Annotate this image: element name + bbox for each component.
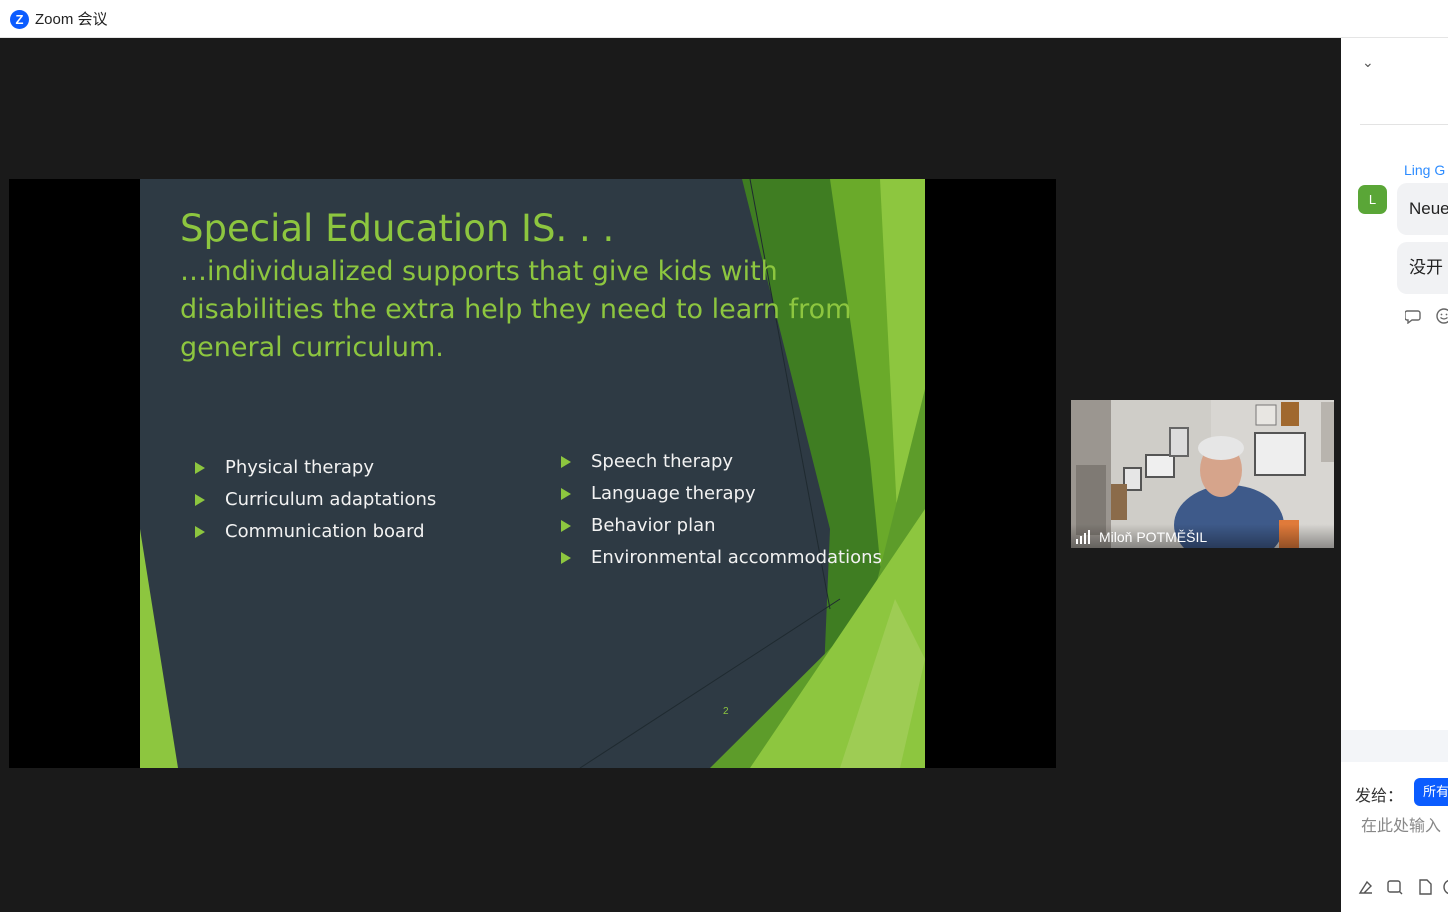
more-icon[interactable] — [1442, 878, 1448, 896]
list-item: Communication board — [195, 516, 436, 548]
chat-divider — [1360, 124, 1448, 125]
participant-name-bar: Miloň POTMĚŠIL — [1071, 524, 1334, 548]
bullet-triangle-icon — [195, 462, 205, 474]
bullet-triangle-icon — [561, 488, 571, 500]
list-item: Environmental accommodations — [561, 542, 882, 574]
bullet-triangle-icon — [195, 494, 205, 506]
chat-panel: ⌄ Ling G L Neue 没开 发给： 所有 — [1341, 38, 1448, 912]
participant-name: Miloň POTMĚŠIL — [1099, 529, 1208, 545]
list-item: Speech therapy — [561, 446, 882, 478]
emoji-icon[interactable] — [1435, 307, 1448, 325]
screen-share-view[interactable]: Special Education IS. . . …individualize… — [9, 179, 1056, 768]
chat-band — [1341, 730, 1448, 762]
meeting-area: Special Education IS. . . …individualize… — [0, 38, 1341, 912]
send-to-label: 发给： — [1355, 788, 1404, 805]
list-item: Behavior plan — [561, 510, 882, 542]
avatar[interactable]: L — [1358, 185, 1387, 214]
participant-video-tile[interactable]: Miloň POTMĚŠIL — [1071, 400, 1334, 548]
slide-subtitle: …individualized supports that give kids … — [180, 256, 852, 363]
file-icon[interactable] — [1416, 878, 1434, 896]
bullet-triangle-icon — [561, 456, 571, 468]
title-bar: Z Zoom 会议 — [0, 0, 1448, 38]
list-item: Curriculum adaptations — [195, 484, 436, 516]
screenshot-icon[interactable] — [1386, 878, 1404, 896]
bullet-list-right: Speech therapy Language therapy Behavior… — [561, 446, 882, 574]
chat-message[interactable]: Neue — [1397, 183, 1448, 235]
list-item: Physical therapy — [195, 452, 436, 484]
reply-icon[interactable] — [1405, 308, 1423, 324]
signal-strength-icon — [1076, 530, 1092, 544]
chat-message[interactable]: 没开 — [1397, 242, 1448, 294]
recipient-select-button[interactable]: 所有 — [1414, 778, 1448, 806]
zoom-logo-icon: Z — [10, 10, 29, 29]
slide-page-number: 2 — [723, 706, 729, 717]
window-title: Zoom 会议 — [35, 11, 108, 28]
presentation-slide: Special Education IS. . . …individualize… — [140, 179, 925, 768]
chat-input[interactable] — [1361, 814, 1448, 840]
chevron-down-icon[interactable]: ⌄ — [1362, 54, 1374, 71]
bullet-triangle-icon — [561, 552, 571, 564]
chat-sender-name: Ling G — [1404, 162, 1446, 178]
slide-title: Special Education IS. . . — [180, 207, 615, 250]
bullet-list-left: Physical therapy Curriculum adaptations … — [195, 452, 436, 548]
bullet-triangle-icon — [561, 520, 571, 532]
list-item: Language therapy — [561, 478, 882, 510]
format-icon[interactable] — [1357, 878, 1375, 896]
bullet-triangle-icon — [195, 526, 205, 538]
